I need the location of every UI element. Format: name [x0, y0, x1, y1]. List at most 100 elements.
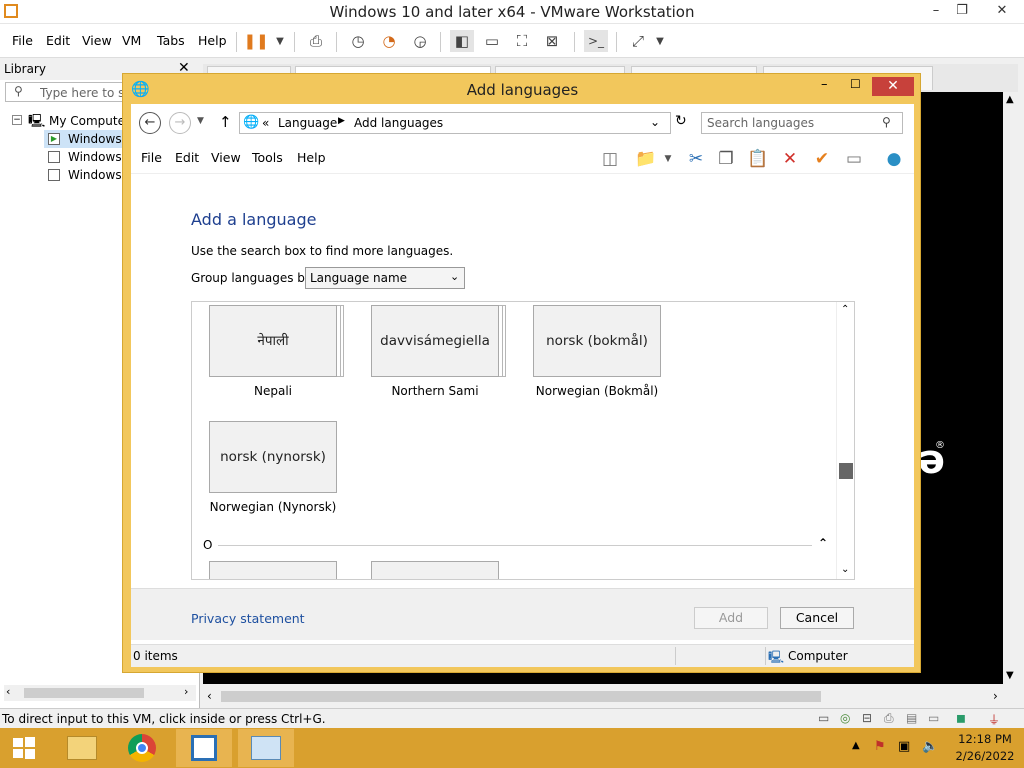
thumbnail-view-icon[interactable]: ▭ [480, 30, 504, 52]
scroll-right-icon[interactable]: › [184, 685, 188, 698]
network-adapter-icon[interactable]: ⊟ [862, 711, 872, 725]
minimize-icon[interactable]: – [821, 77, 828, 92]
chevron-down-icon[interactable]: ▼ [648, 30, 672, 52]
vm-menu-view[interactable]: View [82, 33, 112, 48]
scroll-up-icon[interactable]: ▲ [1006, 94, 1014, 105]
privacy-statement-link[interactable]: Privacy statement [191, 611, 305, 626]
network-icon[interactable]: ▣ [898, 739, 910, 754]
collapse-section-icon[interactable]: ⌃ [818, 536, 828, 550]
collapse-icon[interactable]: − [12, 115, 22, 125]
cancel-button[interactable]: Cancel [780, 607, 854, 629]
add-button[interactable]: Add [694, 607, 768, 629]
scroll-up-icon[interactable]: ⌃ [841, 304, 849, 315]
display-icon[interactable]: ▭ [928, 711, 939, 725]
breadcrumb-overflow-icon[interactable]: « [262, 116, 269, 130]
scroll-left-icon[interactable]: ‹ [6, 685, 10, 698]
checkmark-icon[interactable]: ✔ [809, 146, 835, 172]
full-screen-icon[interactable]: ⛶ [510, 30, 534, 52]
scroll-right-icon[interactable]: › [993, 689, 998, 703]
language-tile-partial[interactable] [209, 561, 337, 579]
printer-icon[interactable]: ⎙ [884, 711, 894, 726]
language-tile-nepali[interactable]: नेपाली [209, 305, 337, 377]
dialog-menu-tools[interactable]: Tools [252, 150, 283, 165]
language-tile-norwegian-bokmal[interactable]: norsk (bokmål) [533, 305, 661, 377]
revert-snapshot-icon[interactable]: ◔ [377, 30, 401, 52]
show-hidden-icons-chevron-icon[interactable]: ▲ [852, 740, 860, 751]
snapshot-manager-icon[interactable]: ◶ [408, 30, 432, 52]
vmware-taskbar-icon[interactable] [176, 729, 232, 767]
address-bar[interactable]: 🌐 « Language ▶ Add languages ⌄ [239, 112, 671, 134]
send-ctrl-alt-del-icon[interactable]: ⎙ [304, 30, 328, 52]
snapshot-icon[interactable]: ◷ [346, 30, 370, 52]
group-by-select[interactable]: Language name ⌄ [305, 267, 465, 289]
language-tile-partial[interactable] [371, 561, 499, 579]
preview-pane-icon[interactable]: ◫ [597, 146, 623, 172]
scroll-left-icon[interactable]: ‹ [207, 689, 212, 703]
chrome-taskbar-icon[interactable] [114, 729, 170, 767]
cd-dvd-icon[interactable]: ◎ [840, 711, 850, 725]
chevron-down-icon[interactable]: ▼ [268, 30, 292, 52]
pause-icon[interactable]: ❚❚ [243, 30, 268, 52]
control-panel-taskbar-icon[interactable] [238, 729, 294, 767]
scroll-down-icon[interactable]: ▼ [1006, 670, 1014, 681]
scroll-down-icon[interactable]: ⌄ [841, 564, 849, 575]
dialog-menu-edit[interactable]: Edit [175, 150, 199, 165]
start-button[interactable] [0, 729, 48, 767]
language-tile-northern-sami[interactable]: davvisámegiella [371, 305, 499, 377]
scrollbar-thumb[interactable] [24, 688, 144, 698]
vm-menu-vm[interactable]: VM [122, 33, 141, 48]
forward-arrow-icon[interactable]: → [169, 112, 191, 134]
vm-menu-tabs[interactable]: Tabs [157, 33, 185, 48]
breadcrumb-item[interactable]: Language [278, 116, 337, 130]
dialog-menu-file[interactable]: File [141, 150, 162, 165]
tree-item-vm[interactable]: Windows S [44, 166, 124, 184]
breadcrumb-separator-icon[interactable]: ▶ [338, 116, 345, 126]
maximize-icon[interactable]: ☐ [850, 77, 861, 91]
vm-menu-file[interactable]: File [12, 33, 33, 48]
recent-locations-icon[interactable]: ▼ [197, 116, 204, 126]
hard-disk-icon[interactable]: ▭ [818, 711, 829, 725]
paste-icon[interactable]: 📋 [745, 146, 771, 172]
scrollbar-thumb[interactable] [839, 463, 853, 479]
scrollbar-thumb[interactable] [221, 691, 821, 702]
cut-icon[interactable]: ✂ [683, 146, 709, 172]
search-languages-input[interactable]: Search languages ⚲ [701, 112, 903, 134]
refresh-icon[interactable]: ↻ [675, 113, 687, 129]
language-tile-norwegian-nynorsk[interactable]: norsk (nynorsk) [209, 421, 337, 493]
stretch-icon[interactable]: ⤢ [626, 30, 650, 52]
chevron-down-icon[interactable]: ⌄ [450, 270, 459, 283]
action-center-icon[interactable]: ⚑ [874, 739, 886, 754]
properties-icon[interactable]: ▭ [841, 146, 867, 172]
file-explorer-taskbar-icon[interactable] [54, 729, 110, 767]
message-icon[interactable]: ◼ [956, 711, 966, 725]
sound-card-icon[interactable]: ▤ [906, 711, 917, 725]
vm-menu-edit[interactable]: Edit [46, 33, 70, 48]
delete-icon[interactable]: ✕ [777, 146, 803, 172]
dialog-menu-help[interactable]: Help [297, 150, 326, 165]
library-view-icon[interactable]: ◧ [450, 30, 474, 52]
tree-item-vm[interactable]: Windows [44, 148, 124, 166]
address-dropdown-icon[interactable]: ⌄ [650, 115, 660, 129]
minimize-icon[interactable]: – [922, 2, 950, 20]
tree-item-vm[interactable]: ▶ Windows 1 [44, 130, 124, 148]
restore-icon[interactable]: ❐ [948, 2, 976, 20]
language-list-scrollbar[interactable]: ⌃ ⌄ [836, 302, 854, 579]
taskbar-clock[interactable]: 12:18 PM 2/26/2022 [950, 732, 1020, 763]
vm-vertical-scrollbar[interactable]: ▲ ▼ [1003, 92, 1019, 684]
close-icon[interactable]: ✕ [988, 2, 1016, 20]
copy-icon[interactable]: ❐ [713, 146, 739, 172]
library-horizontal-scrollbar[interactable]: ‹ › [4, 685, 196, 701]
close-icon[interactable]: ✕ [872, 77, 914, 96]
chevron-down-icon[interactable]: ▼ [655, 146, 681, 172]
search-icon[interactable]: ⚲ [882, 115, 891, 129]
vm-menu-help[interactable]: Help [198, 33, 227, 48]
vm-horizontal-scrollbar[interactable]: ‹ › [203, 688, 1018, 705]
unity-icon[interactable]: ⊠ [540, 30, 564, 52]
up-arrow-icon[interactable]: ↑ [219, 113, 232, 131]
console-icon[interactable]: >_ [584, 30, 608, 52]
usb-icon[interactable]: ⏚ [988, 711, 1000, 728]
back-arrow-icon[interactable]: ← [139, 112, 161, 134]
dialog-menu-view[interactable]: View [211, 150, 241, 165]
globe-icon[interactable]: ● [881, 146, 907, 172]
breadcrumb-item[interactable]: Add languages [354, 116, 443, 130]
